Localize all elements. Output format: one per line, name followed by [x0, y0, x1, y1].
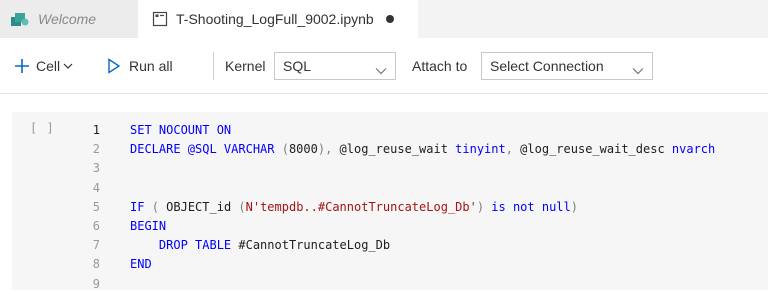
attach-to-select-value: Select Connection: [490, 58, 604, 74]
code-token: tinyint: [455, 142, 506, 157]
tab-welcome-label: Welcome: [38, 11, 97, 27]
code-token: OBJECT_id: [166, 199, 239, 214]
kernel-select[interactable]: SQL: [274, 52, 396, 80]
line-number: 8: [92, 257, 100, 272]
code-text: DROP TABLE #CannotTruncateLog_Db: [130, 236, 390, 255]
code-token: VARCHAR: [223, 142, 282, 157]
line-number: 4: [92, 180, 100, 195]
line-number: 6: [92, 219, 100, 233]
line-number: 1: [92, 123, 100, 137]
code-line: 3: [0, 159, 768, 178]
code-text: BEGIN: [130, 217, 166, 236]
play-icon: [107, 58, 121, 74]
notebook-toolbar: Cell Run all Kernel SQL Attach to Select…: [0, 38, 768, 94]
code-token: DROP TABLE: [130, 238, 239, 253]
code-token: @log_reuse_wait: [339, 142, 456, 157]
chevron-down-icon: [632, 62, 644, 78]
code-line: 2 DECLARE @SQL VARCHAR (8000), @log_reuse…: [0, 140, 768, 159]
code-token: 8000: [288, 142, 318, 157]
code-line: 1 SET NOCOUNT ON: [0, 121, 768, 140]
line-number: 3: [92, 161, 100, 176]
line-number: 7: [92, 238, 100, 253]
code-line: 9: [0, 275, 768, 294]
code-line: 8 END: [0, 255, 768, 274]
code-token: ): [570, 199, 578, 214]
add-cell-label: Cell: [36, 58, 61, 74]
notebook-icon: [152, 11, 168, 27]
toolbar-divider: [213, 52, 214, 80]
line-number: 9: [92, 276, 100, 291]
code-token: @log_reuse_wait_desc: [520, 142, 672, 157]
attach-to-select[interactable]: Select Connection: [481, 52, 653, 80]
unsaved-dot-icon: [385, 15, 394, 23]
tab-notebook[interactable]: T-Shooting_LogFull_9002.ipynb: [138, 0, 418, 38]
code-token: END: [130, 257, 152, 272]
code-token: IF: [130, 199, 152, 214]
welcome-icon: [10, 11, 30, 27]
attach-to-label: Attach to: [412, 58, 468, 74]
tab-bar: Welcome T-Shooting_LogFull_9002.ipynb: [0, 0, 768, 38]
code-token: #CannotTruncateLog_Db: [238, 238, 391, 253]
code-token: nvarch: [671, 142, 716, 157]
code-text: DECLARE @SQL VARCHAR (8000), @log_reuse_…: [130, 140, 715, 159]
code-token: N'tempdb..#CannotTruncateLog_Db': [245, 199, 477, 214]
run-all-label: Run all: [129, 58, 173, 74]
code-text: IF ( OBJECT_id (N'tempdb..#CannotTruncat…: [130, 198, 578, 217]
code-token: ): [476, 199, 492, 214]
code-token: (: [151, 199, 167, 214]
code-line: 5 IF ( OBJECT_id (N'tempdb..#CannotTrunca…: [0, 198, 768, 217]
kernel-label: Kernel: [225, 58, 266, 74]
code-token: (: [238, 199, 246, 214]
tab-welcome[interactable]: Welcome: [0, 0, 138, 38]
code-token: BEGIN: [130, 219, 167, 233]
plus-icon: [14, 58, 30, 74]
code-token: DECLARE @SQL: [130, 142, 224, 157]
code-text: SET NOCOUNT ON: [130, 121, 231, 140]
code-token: (: [281, 142, 289, 157]
chevron-down-icon: [63, 62, 73, 70]
code-token: is not null: [491, 199, 571, 214]
line-number: 5: [92, 199, 100, 214]
code-line: 4: [0, 179, 768, 198]
code-token: ),: [317, 142, 340, 157]
code-token: ,: [505, 142, 521, 157]
code-token: SET NOCOUNT ON: [130, 123, 232, 137]
tab-notebook-label: T-Shooting_LogFull_9002.ipynb: [176, 11, 374, 27]
code-line: 7 DROP TABLE #CannotTruncateLog_Db: [0, 236, 768, 255]
add-cell-button[interactable]: Cell: [14, 38, 73, 94]
chevron-down-icon: [375, 62, 387, 78]
run-all-button[interactable]: Run all: [107, 38, 173, 94]
code-text: END: [130, 255, 152, 274]
kernel-select-value: SQL: [283, 58, 312, 74]
line-number: 2: [92, 142, 100, 157]
code-line: 6 BEGIN: [0, 217, 768, 236]
